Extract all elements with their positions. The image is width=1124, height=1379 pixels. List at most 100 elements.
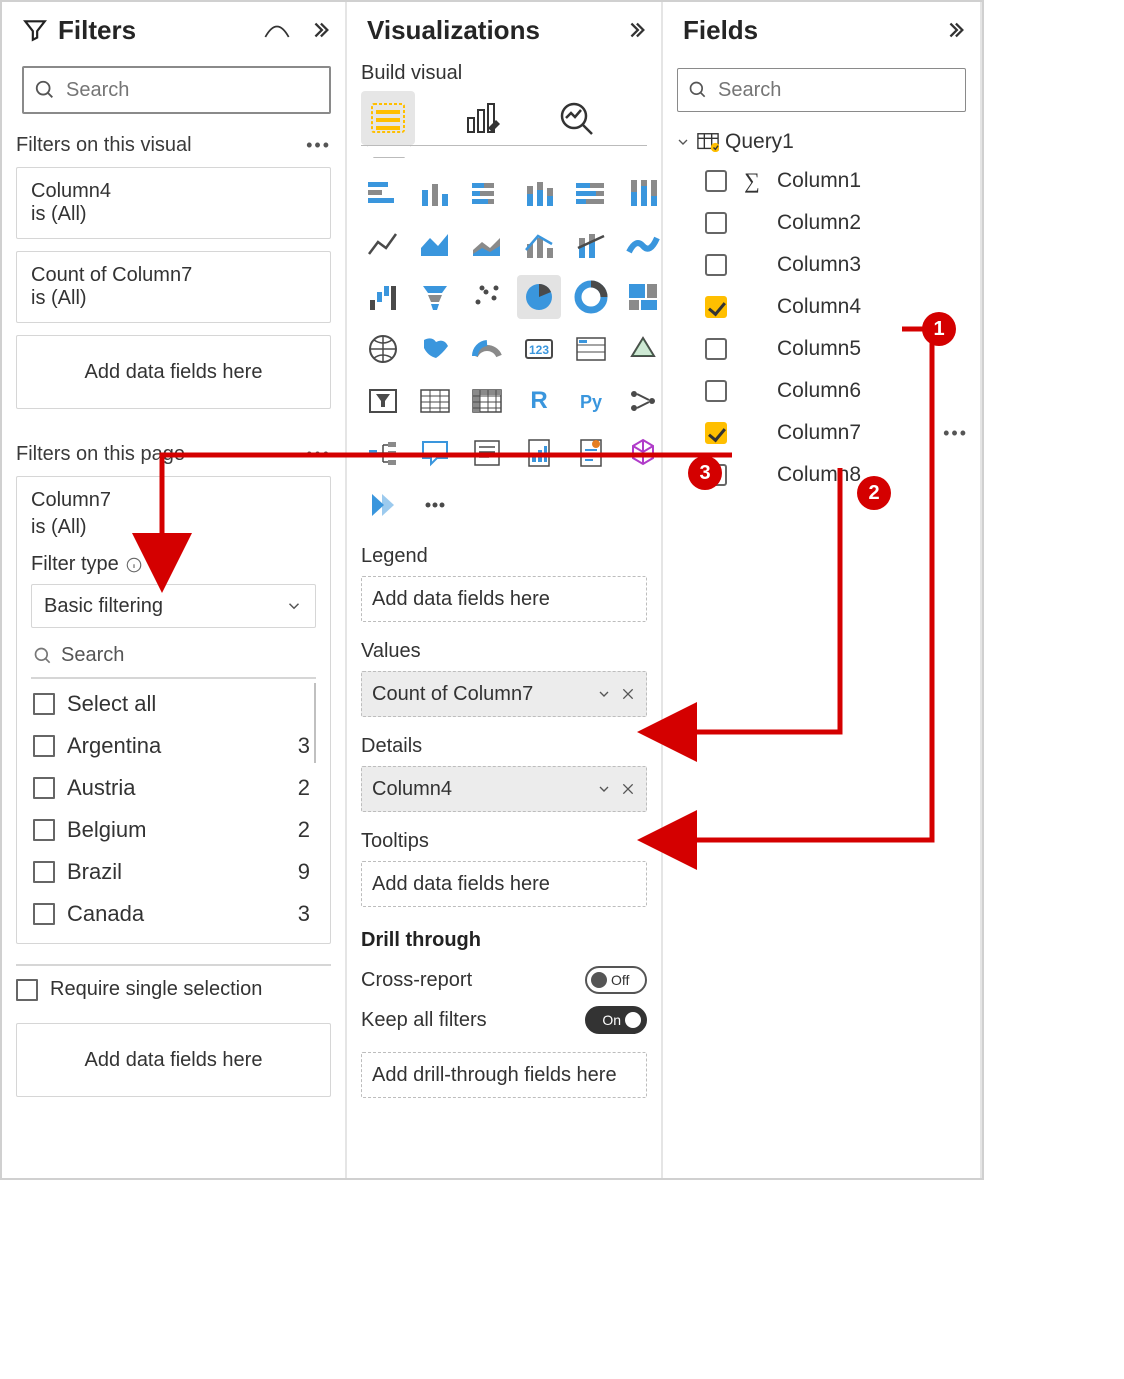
viz-funnel-icon[interactable] [413, 275, 457, 319]
filter-card-column7[interactable]: Column7 is (All) Filter type Basic filte… [16, 476, 331, 944]
viz-pie-icon[interactable] [517, 275, 561, 319]
viz-matrix-icon[interactable] [465, 379, 509, 423]
filters-page-drop[interactable]: Add data fields here [16, 1023, 331, 1097]
require-single-selection[interactable]: Require single selection [16, 964, 331, 1005]
viz-ribbon-icon[interactable] [621, 223, 663, 267]
checkbox[interactable] [33, 735, 55, 757]
checkbox[interactable] [705, 464, 727, 486]
viz-h-bar-icon[interactable] [361, 171, 405, 215]
bucket-legend-drop[interactable]: Add data fields here [361, 576, 647, 622]
keep-filters-toggle[interactable]: On [585, 1006, 647, 1034]
filter-option[interactable]: Select all [31, 683, 316, 725]
filter-option[interactable]: Belgium2 [31, 809, 316, 851]
filter-option[interactable]: Argentina3 [31, 725, 316, 767]
viz-qa-icon[interactable] [413, 431, 457, 475]
eye-icon[interactable] [263, 20, 291, 40]
viz-table-icon[interactable] [413, 379, 457, 423]
filters-search-input[interactable] [64, 78, 333, 103]
viz-pa-icon[interactable] [361, 483, 405, 527]
viz-treemap-icon[interactable] [621, 275, 663, 319]
viz-h-100-icon[interactable] [569, 171, 613, 215]
viz-scatter-icon[interactable] [465, 275, 509, 319]
viz-gauge-icon[interactable] [465, 327, 509, 371]
collapse-icon[interactable] [625, 19, 647, 41]
viz-smart-icon[interactable] [569, 431, 613, 475]
more-icon[interactable]: ••• [306, 444, 331, 465]
field-column2[interactable]: ∑Column2 [671, 202, 972, 244]
more-icon[interactable]: ••• [943, 423, 968, 444]
bucket-tooltips-drop[interactable]: Add data fields here [361, 861, 647, 907]
checkbox[interactable] [33, 777, 55, 799]
filter-type-select[interactable]: Basic filtering [31, 584, 316, 628]
tab-format[interactable] [455, 91, 509, 145]
viz-r-icon[interactable]: R [517, 379, 561, 423]
viz-kpi-icon[interactable] [621, 327, 663, 371]
viz-key-inf-icon[interactable] [621, 379, 663, 423]
checkbox[interactable] [705, 212, 727, 234]
viz-donut-icon[interactable] [569, 275, 613, 319]
filters-search[interactable] [22, 66, 331, 114]
viz-multi-card-icon[interactable] [569, 327, 613, 371]
checkbox[interactable] [705, 422, 727, 444]
viz-h-stack-icon[interactable] [465, 171, 509, 215]
fields-search-input[interactable] [716, 78, 982, 103]
viz-v-100-icon[interactable] [621, 171, 663, 215]
viz-area-stk-icon[interactable] [465, 223, 509, 267]
viz-py-icon[interactable]: Py [569, 379, 613, 423]
chevron-down-icon[interactable] [596, 781, 612, 797]
field-column1[interactable]: ∑Column1 [671, 160, 972, 202]
info-icon[interactable] [125, 556, 143, 574]
field-column8[interactable]: ∑Column8 [671, 454, 972, 496]
table-node[interactable]: Query1 [671, 126, 972, 160]
checkbox[interactable] [705, 296, 727, 318]
viz-combo2-icon[interactable] [569, 223, 613, 267]
close-icon[interactable] [620, 686, 636, 702]
viz-narr-icon[interactable] [465, 431, 509, 475]
filter-values-search[interactable]: Search [31, 634, 316, 679]
field-column3[interactable]: ∑Column3 [671, 244, 972, 286]
drill-through-drop[interactable]: Add drill-through fields here [361, 1052, 647, 1098]
collapse-icon[interactable] [309, 19, 331, 41]
chevron-down-icon[interactable] [596, 686, 612, 702]
viz-apps-icon[interactable] [621, 431, 663, 475]
close-icon[interactable] [620, 781, 636, 797]
collapse-icon[interactable] [944, 19, 966, 41]
viz-combo1-icon[interactable] [517, 223, 561, 267]
filter-card-column4[interactable]: Column4 is (All) [16, 167, 331, 239]
viz-v-bar-icon[interactable] [413, 171, 457, 215]
tab-build[interactable] [361, 91, 415, 145]
filter-option[interactable]: Brazil9 [31, 851, 316, 893]
field-column6[interactable]: ∑Column6 [671, 370, 972, 412]
filter-values-list[interactable]: Select allArgentina3Austria2Belgium2Braz… [31, 683, 316, 943]
checkbox[interactable] [16, 979, 38, 1001]
filter-option[interactable]: Canada3 [31, 893, 316, 935]
filter-option[interactable]: Denmark2 [31, 935, 316, 943]
checkbox[interactable] [705, 170, 727, 192]
viz-more-icon[interactable] [413, 483, 457, 527]
filter-card-count-column7[interactable]: Count of Column7 is (All) [16, 251, 331, 323]
checkbox[interactable] [33, 903, 55, 925]
fields-search[interactable] [677, 68, 966, 112]
tab-analytics[interactable] [549, 91, 603, 145]
checkbox[interactable] [33, 819, 55, 841]
viz-v-stack-icon[interactable] [517, 171, 561, 215]
checkbox[interactable] [705, 380, 727, 402]
field-column4[interactable]: ∑Column4 [671, 286, 972, 328]
bucket-details-chip[interactable]: Column4 [361, 766, 647, 812]
viz-area-icon[interactable] [413, 223, 457, 267]
checkbox[interactable] [705, 338, 727, 360]
viz-map-icon[interactable] [361, 327, 405, 371]
field-column7[interactable]: ∑Column7••• [671, 412, 972, 454]
viz-slicer-icon[interactable] [361, 379, 405, 423]
viz-line-icon[interactable] [361, 223, 405, 267]
cross-report-toggle[interactable]: Off [585, 966, 647, 994]
more-icon[interactable]: ••• [306, 135, 331, 156]
viz-waterfall-icon[interactable] [361, 275, 405, 319]
checkbox[interactable] [33, 861, 55, 883]
viz-decomp-icon[interactable] [361, 431, 405, 475]
filter-option[interactable]: Austria2 [31, 767, 316, 809]
bucket-values-chip[interactable]: Count of Column7 [361, 671, 647, 717]
checkbox[interactable] [705, 254, 727, 276]
filters-visual-drop[interactable]: Add data fields here [16, 335, 331, 409]
viz-filled-map-icon[interactable] [413, 327, 457, 371]
